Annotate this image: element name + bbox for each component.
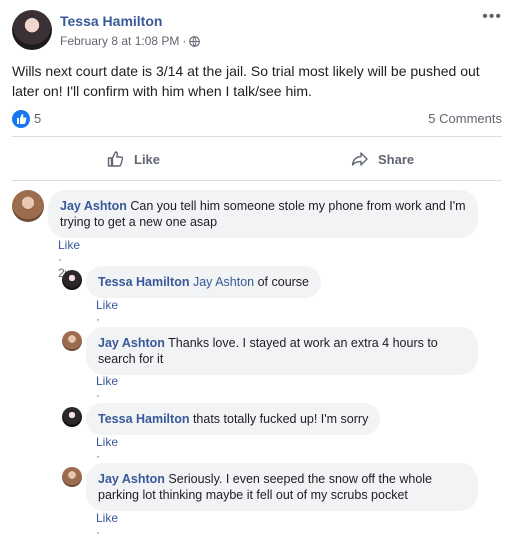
comment-bubble: Tessa Hamilton Jay Ashton of course xyxy=(86,266,322,298)
comment-actions: Like · 2w xyxy=(96,511,118,536)
post-header: Tessa Hamilton February 8 at 1:08 PM · •… xyxy=(12,9,502,54)
comment-like-link[interactable]: Like xyxy=(96,511,118,525)
comment-bubble: Jay Ashton Seriously. I even seeped the … xyxy=(86,463,478,511)
share-arrow-icon xyxy=(351,152,368,166)
post-date[interactable]: February 8 at 1:08 PM xyxy=(60,34,179,48)
comment-time[interactable]: · 2w xyxy=(96,525,111,536)
commenter-avatar[interactable] xyxy=(62,331,82,351)
comment-like-link[interactable]: Like xyxy=(96,298,118,312)
thumbs-up-icon xyxy=(107,151,124,167)
commenter-avatar[interactable] xyxy=(62,270,82,290)
divider xyxy=(12,180,502,181)
post-author-name[interactable]: Tessa Hamilton xyxy=(60,13,162,29)
globe-icon[interactable] xyxy=(189,35,201,47)
meta-separator: · xyxy=(182,34,187,48)
comment-like-link[interactable]: Like xyxy=(96,435,118,449)
comment-author[interactable]: Jay Ashton xyxy=(98,472,165,486)
comment-like-link[interactable]: Like xyxy=(58,238,80,252)
comment-bubble: Jay Ashton Thanks love. I stayed at work… xyxy=(86,327,478,375)
more-options-icon[interactable]: ••• xyxy=(482,9,502,25)
like-count[interactable]: 5 xyxy=(34,111,41,126)
commenter-avatar[interactable] xyxy=(62,407,82,427)
comment-like-link[interactable]: Like xyxy=(96,374,118,388)
like-button[interactable]: Like xyxy=(106,145,160,173)
comment-bubble: Jay Ashton Can you tell him someone stol… xyxy=(48,190,478,238)
post-stats: 5 5 Comments xyxy=(12,109,502,129)
post-actions: Like Share xyxy=(12,145,502,173)
like-reaction-icon[interactable] xyxy=(12,110,30,128)
like-label: Like xyxy=(134,151,161,167)
commenter-avatar[interactable] xyxy=(12,190,44,222)
comment-text: thats totally fucked up! I'm sorry xyxy=(192,412,369,426)
post-meta: February 8 at 1:08 PM · xyxy=(60,34,201,48)
share-label: Share xyxy=(378,151,415,167)
comment-mention[interactable]: Jay Ashton xyxy=(193,275,254,289)
divider xyxy=(12,136,502,137)
comment-author[interactable]: Tessa Hamilton xyxy=(98,412,189,426)
comment-author[interactable]: Jay Ashton xyxy=(98,336,165,350)
commenter-avatar[interactable] xyxy=(62,467,82,487)
comment-text: of course xyxy=(257,275,310,289)
share-button[interactable]: Share xyxy=(350,145,414,173)
comment-bubble: Tessa Hamilton thats totally fucked up! … xyxy=(86,403,381,435)
comment-author[interactable]: Jay Ashton xyxy=(60,199,127,213)
comments-count[interactable]: 5 Comments xyxy=(428,111,502,126)
post-text: Wills next court date is 3/14 at the jai… xyxy=(12,63,480,99)
author-avatar[interactable] xyxy=(12,10,52,50)
comment-author[interactable]: Tessa Hamilton xyxy=(98,275,189,289)
